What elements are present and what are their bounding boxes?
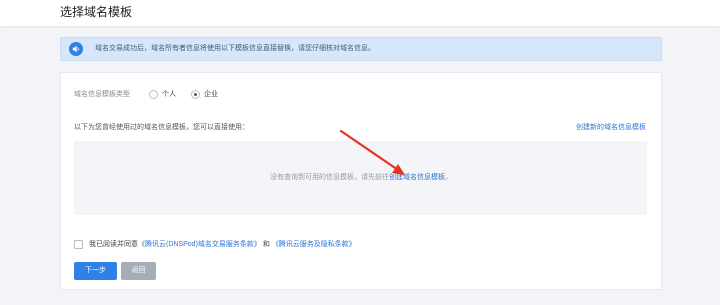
speaker-icon bbox=[69, 42, 83, 56]
agreement-and: 和 bbox=[262, 241, 270, 248]
empty-state-suffix: 。 bbox=[445, 174, 452, 181]
radio-personal[interactable] bbox=[149, 90, 158, 99]
top-bar: 选择域名模板 bbox=[0, 0, 720, 26]
next-button[interactable]: 下一步 bbox=[74, 262, 117, 280]
radio-enterprise[interactable] bbox=[191, 90, 200, 99]
page-title: 选择域名模板 bbox=[60, 5, 133, 19]
radio-enterprise-label[interactable]: 企业 bbox=[204, 90, 218, 100]
template-panel: 域名信息模板类型 个人 企业 以下为您曾经使用过的域名信息模板，您可以直接使用：… bbox=[60, 72, 662, 290]
template-list-title: 以下为您曾经使用过的域名信息模板，您可以直接使用： bbox=[74, 124, 249, 131]
template-type-label: 域名信息模板类型 bbox=[74, 91, 130, 98]
annotation-arrow-icon bbox=[339, 129, 405, 175]
privacy-terms-link[interactable]: 《腾讯云服务及隐私条款》 bbox=[272, 241, 356, 248]
notice-banner: 域名交易成功后，域名所有者信息将使用以下模板信息直接替换，请您仔细核对域名信息。 bbox=[60, 37, 662, 61]
dnspod-terms-link[interactable]: 《腾讯云(DNSPod)域名交易服务条款》 bbox=[138, 241, 261, 248]
create-template-link[interactable]: 创建新的域名信息模板 bbox=[576, 123, 646, 133]
agree-checkbox[interactable] bbox=[74, 240, 83, 249]
agreement-text: 我已阅读并同意《腾讯云(DNSPod)域名交易服务条款》 和 《腾讯云服务及隐私… bbox=[89, 240, 356, 250]
back-button[interactable]: 返回 bbox=[121, 262, 156, 280]
radio-personal-label[interactable]: 个人 bbox=[162, 90, 176, 100]
agreement-prefix: 我已阅读并同意 bbox=[89, 241, 138, 248]
notice-text: 域名交易成功后，域名所有者信息将使用以下模板信息直接替换，请您仔细核对域名信息。 bbox=[95, 45, 375, 52]
